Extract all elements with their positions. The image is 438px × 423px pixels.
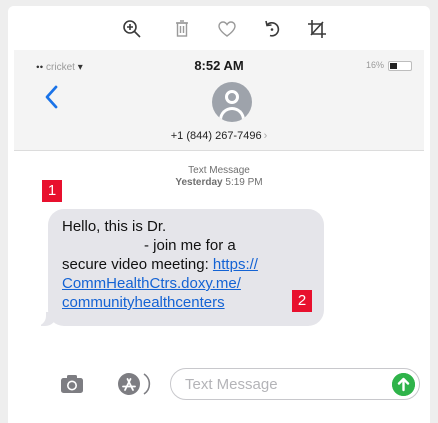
message-link-part-1[interactable]: https:// <box>213 256 258 273</box>
message-line-2: - join me for a <box>144 237 236 254</box>
contact-avatar[interactable] <box>212 82 252 122</box>
contact-number[interactable]: +1 (844) 267-7496 › <box>14 130 424 142</box>
message-line-3-text: secure video meeting: <box>62 256 213 273</box>
avatar-head <box>225 90 239 104</box>
zoom-in-icon[interactable] <box>121 18 143 40</box>
message-line-4: CommHealthCtrs.doxy.me/ <box>62 274 314 293</box>
app-store-icon[interactable] <box>116 372 156 396</box>
message-link-part-3[interactable]: communityhealthcenters <box>62 294 225 311</box>
image-toolbar <box>8 6 430 50</box>
thread-day: Yesterday <box>175 177 223 188</box>
heart-icon[interactable] <box>216 18 238 40</box>
conversation-header: ●● cricket ▾ 8:52 AM 16% +1 (844) 267-74… <box>14 50 424 151</box>
thread-meta: Text Message Yesterday 5:19 PM <box>14 165 424 189</box>
message-line-3: secure video meeting: https:// <box>62 255 314 274</box>
thread-label: Text Message <box>188 165 250 176</box>
thread-timestamp: Yesterday 5:19 PM <box>14 177 424 189</box>
thread-time: 5:19 PM <box>225 177 263 188</box>
battery-icon <box>388 61 412 71</box>
battery-status: 16% <box>352 60 412 72</box>
avatar-body <box>219 107 245 122</box>
annotation-badge-1: 1 <box>42 180 62 202</box>
image-viewer: ●● cricket ▾ 8:52 AM 16% +1 (844) 267-74… <box>8 6 430 423</box>
send-button[interactable] <box>392 373 415 396</box>
phone-screenshot: ●● cricket ▾ 8:52 AM 16% +1 (844) 267-74… <box>14 50 424 423</box>
trash-icon[interactable] <box>171 18 193 40</box>
arrow-up-icon <box>392 373 415 396</box>
back-chevron-icon[interactable] <box>44 84 60 110</box>
chevron-right-icon: › <box>263 130 268 142</box>
camera-icon[interactable] <box>60 374 84 394</box>
battery-percent: 16% <box>365 60 384 70</box>
crop-icon[interactable] <box>306 18 328 40</box>
message-bubble[interactable]: Hello, this is Dr. - join me for a secur… <box>48 209 324 326</box>
contact-number-text: +1 (844) 267-7496 <box>170 130 262 142</box>
message-line-5: communityhealthcenters <box>62 293 314 312</box>
message-link-part-2[interactable]: CommHealthCtrs.doxy.me/ <box>62 275 241 292</box>
message-composer[interactable] <box>170 368 420 400</box>
message-line-1: Hello, this is Dr. <box>62 218 167 235</box>
message-input[interactable] <box>185 374 375 394</box>
annotation-badge-2: 2 <box>292 290 312 312</box>
rotate-icon[interactable] <box>261 18 283 40</box>
